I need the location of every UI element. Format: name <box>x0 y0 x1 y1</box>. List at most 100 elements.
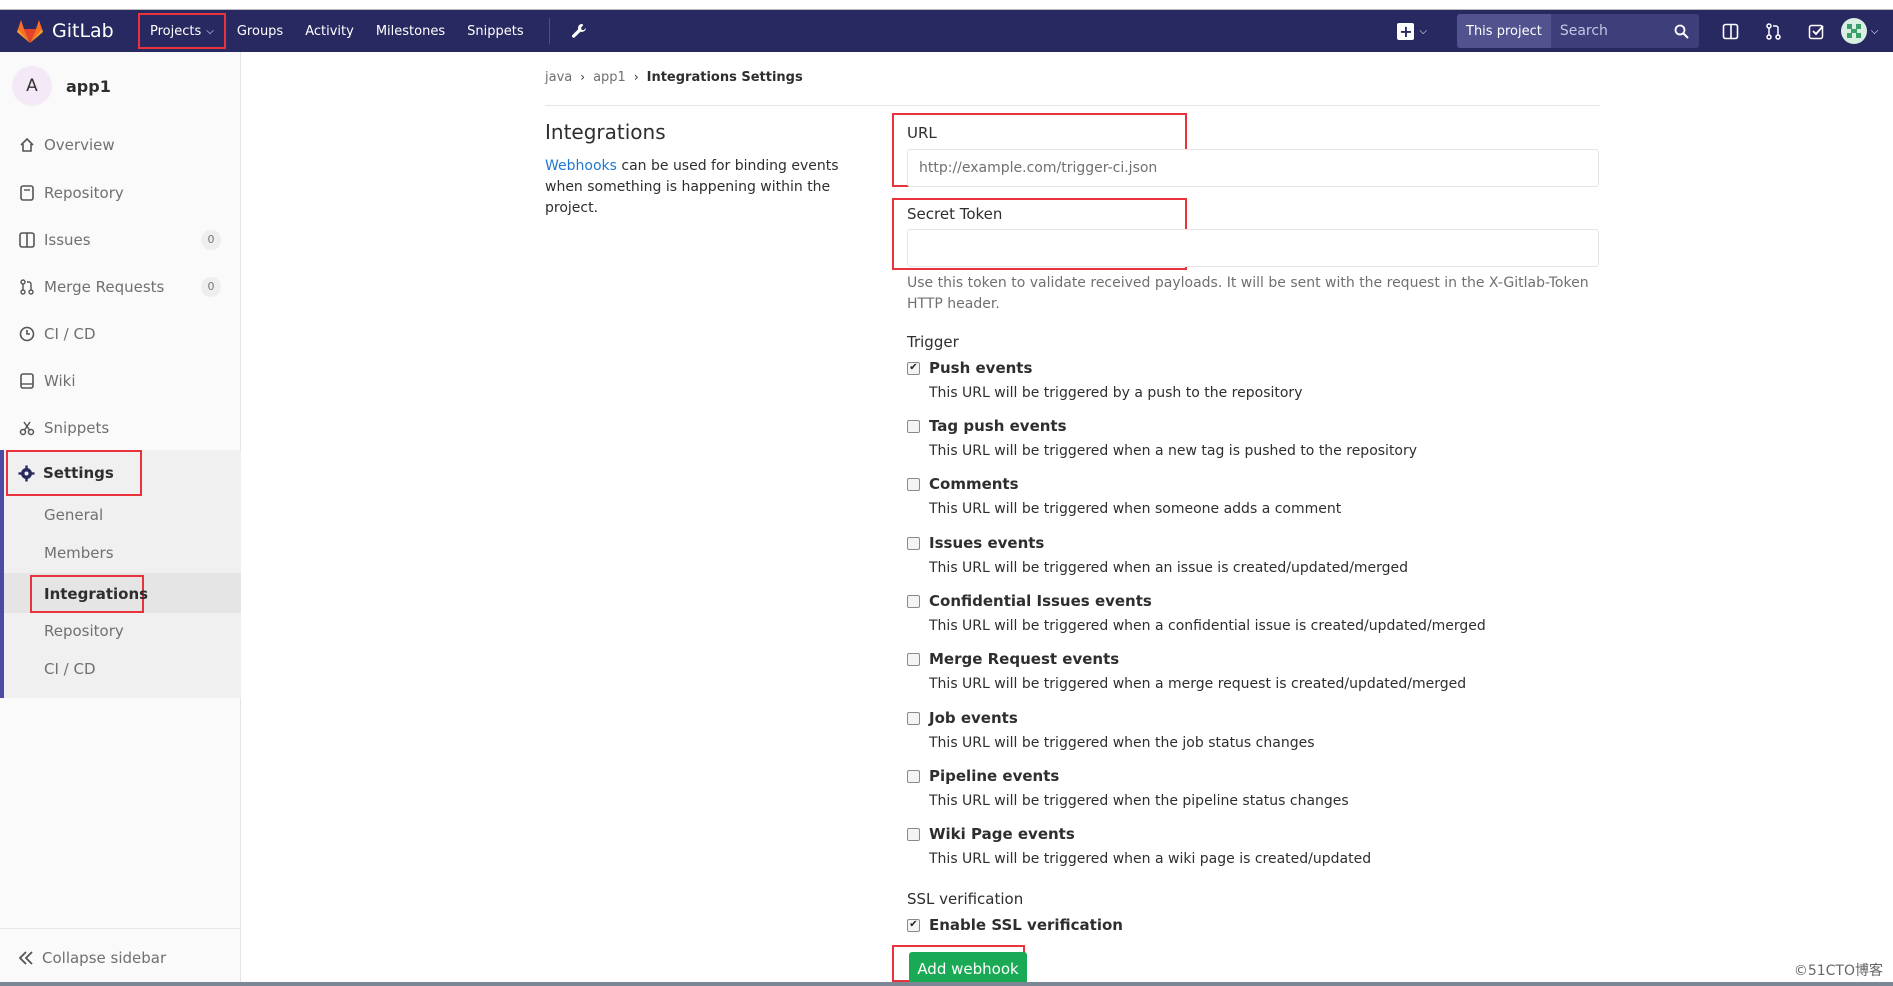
book-icon <box>18 372 36 390</box>
trigger-desc: This URL will be triggered when a merge … <box>929 676 1467 692</box>
settings-label: Settings <box>43 464 114 482</box>
chevron-right-icon: › <box>580 70 586 84</box>
sidebar-sub-repository[interactable]: Repository <box>44 622 124 640</box>
sidebar-item-snippets[interactable]: Snippets <box>0 408 241 448</box>
trigger-merge-request-events: Merge Request events This URL will be tr… <box>907 650 1599 692</box>
project-name: app1 <box>66 76 111 96</box>
sidebar-item-overview[interactable]: Overview <box>0 125 241 165</box>
trigger-issues-events: Issues events This URL will be triggered… <box>907 534 1599 576</box>
trigger-desc: This URL will be triggered when someone … <box>929 501 1342 517</box>
trigger-desc: This URL will be triggered by a push to … <box>929 385 1303 401</box>
merge-request-events-checkbox[interactable] <box>907 652 920 666</box>
merge-requests-shortcut-icon[interactable] <box>1752 22 1795 40</box>
issues-shortcut-icon[interactable] <box>1709 23 1752 40</box>
trigger-wiki-page-events: Wiki Page events This URL will be trigge… <box>907 825 1599 867</box>
push-events-checkbox[interactable]: ✔ <box>907 361 920 375</box>
gitlab-logo-icon <box>17 20 43 43</box>
scissors-icon <box>18 419 36 437</box>
home-icon <box>18 136 36 154</box>
trigger-push-events: ✔ Push events This URL will be triggered … <box>907 359 1599 401</box>
nav-activity[interactable]: Activity <box>294 10 365 52</box>
nav-snippets[interactable]: Snippets <box>456 10 534 52</box>
issues-count-badge: 0 <box>201 230 221 250</box>
avatar <box>1840 18 1867 44</box>
sidebar-item-issues[interactable]: Issues 0 <box>0 220 241 260</box>
sidebar-item-merge-requests[interactable]: Merge Requests 0 <box>0 267 241 307</box>
breadcrumb-current[interactable]: Integrations Settings <box>647 70 803 85</box>
comments-checkbox[interactable] <box>907 477 920 491</box>
add-webhook-button[interactable]: Add webhook <box>909 952 1027 986</box>
top-navbar: GitLab Projects ⌵ Groups Activity Milest… <box>0 10 1893 52</box>
breadcrumb-app1[interactable]: app1 <box>593 70 626 85</box>
sidebar-item-label: Merge Requests <box>44 278 165 296</box>
collapse-label: Collapse sidebar <box>42 948 167 967</box>
sidebar-item-label: Wiki <box>44 372 76 390</box>
trigger-title: Job events <box>929 709 1018 727</box>
sidebar-sub-members[interactable]: Members <box>44 544 114 562</box>
enable-ssl-checkbox[interactable]: ✔ <box>907 918 920 932</box>
trigger-job-events: Job events This URL will be triggered wh… <box>907 709 1599 751</box>
job-events-checkbox[interactable] <box>907 711 920 725</box>
sidebar-sub-integrations[interactable]: Integrations <box>30 575 148 613</box>
trigger-title: Push events <box>929 359 1033 377</box>
nav-groups[interactable]: Groups <box>226 10 294 52</box>
url-input[interactable]: http://example.com/trigger-ci.json <box>907 149 1599 187</box>
chevron-down-icon: ⌵ <box>206 25 214 37</box>
trigger-desc: This URL will be triggered when a new ta… <box>929 443 1418 459</box>
sidebar-sub-ci-cd[interactable]: CI / CD <box>44 660 96 678</box>
brand[interactable]: GitLab <box>0 10 128 52</box>
trigger-title: Merge Request events <box>929 650 1120 668</box>
chevron-down-icon: ⌵ <box>1419 25 1427 37</box>
sidebar-item-label: Snippets <box>44 419 110 437</box>
new-item-dropdown[interactable]: + ⌵ <box>1387 22 1437 40</box>
issues-events-checkbox[interactable] <box>907 536 920 550</box>
trigger-title: Comments <box>929 475 1019 493</box>
url-placeholder: http://example.com/trigger-ci.json <box>919 160 1158 176</box>
intro-text: Webhooks can be used for binding events … <box>545 156 880 219</box>
search-box[interactable]: This project Search <box>1457 14 1699 48</box>
trigger-title: Wiki Page events <box>929 825 1075 843</box>
tag-push-events-checkbox[interactable] <box>907 419 920 433</box>
trigger-title: Issues events <box>929 534 1045 552</box>
breadcrumb: java › app1 › Integrations Settings <box>545 70 1600 106</box>
ssl-verification-label: SSL verification <box>907 890 1024 908</box>
chevron-down-icon: ⌵ <box>1870 25 1879 37</box>
nav-milestones[interactable]: Milestones <box>365 10 456 52</box>
confidential-issues-events-checkbox[interactable] <box>907 594 920 608</box>
sidebar-sub-general[interactable]: General <box>44 506 103 524</box>
projects-label: Projects <box>150 23 202 39</box>
trigger-title: Pipeline events <box>929 767 1060 785</box>
search-scope-badge: This project <box>1457 14 1551 48</box>
user-menu[interactable]: ⌵ <box>1838 18 1881 44</box>
trigger-desc: This URL will be triggered when the job … <box>929 735 1315 751</box>
search-icon <box>1674 24 1689 39</box>
integrations-label: Integrations <box>44 585 149 603</box>
sidebar-item-wiki[interactable]: Wiki <box>0 361 241 401</box>
trigger-comments: Comments This URL will be triggered when… <box>907 475 1599 517</box>
trigger-desc: This URL will be triggered when the pipe… <box>929 793 1349 809</box>
ssl-verification-option: ✔ Enable SSL verification <box>907 916 1599 934</box>
secret-token-input[interactable] <box>907 229 1599 267</box>
search-input[interactable]: Search <box>1560 23 1674 39</box>
webhooks-link[interactable]: Webhooks <box>545 158 617 174</box>
todos-check-icon[interactable] <box>1795 23 1838 40</box>
project-header[interactable]: A app1 <box>0 52 240 120</box>
chevron-right-icon: › <box>633 70 639 84</box>
breadcrumb-java[interactable]: java <box>545 70 572 85</box>
sidebar-item-label: Issues <box>44 231 91 249</box>
secret-token-label: Secret Token <box>907 205 1003 223</box>
sidebar-item-settings[interactable]: Settings <box>6 450 142 496</box>
pipeline-events-checkbox[interactable] <box>907 769 920 783</box>
wiki-page-events-checkbox[interactable] <box>907 827 920 841</box>
admin-wrench-icon[interactable] <box>560 10 598 52</box>
gear-icon <box>18 465 35 482</box>
taskbar-strip <box>0 982 1893 986</box>
trigger-label: Trigger <box>907 333 959 351</box>
sidebar-item-repository[interactable]: Repository <box>0 173 241 213</box>
sidebar-item-ci-cd[interactable]: CI / CD <box>0 314 241 354</box>
sidebar-item-label: Overview <box>44 136 115 154</box>
projects-dropdown[interactable]: Projects ⌵ <box>138 13 226 49</box>
collapse-sidebar-button[interactable]: Collapse sidebar <box>0 928 241 986</box>
browser-top-strip <box>0 0 1893 10</box>
trigger-confidential-issues-events: Confidential Issues events This URL will… <box>907 592 1599 634</box>
